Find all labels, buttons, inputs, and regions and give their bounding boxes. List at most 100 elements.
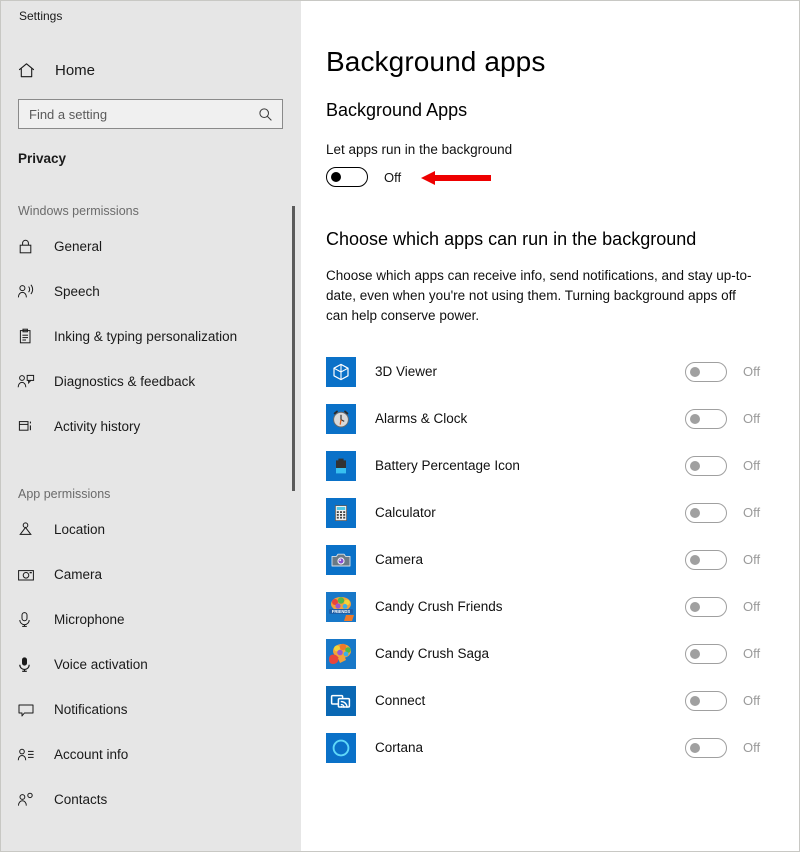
search-input[interactable] bbox=[19, 100, 258, 128]
app-toggle-knob bbox=[690, 460, 700, 471]
sidebar-item-notifications[interactable]: Notifications bbox=[1, 687, 301, 732]
app-toggle-knob bbox=[690, 507, 700, 518]
activity-history-icon bbox=[17, 418, 43, 435]
app-toggle[interactable] bbox=[685, 596, 727, 617]
search-icon[interactable] bbox=[258, 107, 282, 122]
red-arrow-annotation bbox=[421, 171, 491, 185]
app-name: Calculator bbox=[375, 505, 436, 520]
sidebar-item-account-info-label: Account info bbox=[54, 747, 129, 762]
app-row: Alarms & Clock Off bbox=[326, 395, 799, 442]
app-toggle-knob bbox=[690, 413, 700, 424]
app-list: 3D Viewer Off Alarms & Clock Off Battery… bbox=[326, 348, 799, 771]
master-toggle-label: Let apps run in the background bbox=[326, 142, 513, 157]
master-toggle[interactable] bbox=[326, 167, 368, 187]
candy-crush-friends-icon: FRIENDS bbox=[326, 591, 356, 622]
title-bar: Settings bbox=[1, 1, 301, 31]
app-toggle-knob bbox=[690, 601, 700, 612]
cube-3d-icon bbox=[326, 356, 356, 387]
sidebar-item-camera-label: Camera bbox=[54, 567, 103, 582]
speech-person-icon bbox=[17, 283, 43, 300]
sidebar-item-contacts-label: Contacts bbox=[54, 792, 108, 807]
sidebar-item-inking-typing-personalization[interactable]: Inking & typing personalization bbox=[1, 314, 301, 359]
sidebar-group-header-app-permissions: App permissions bbox=[18, 487, 111, 501]
sidebar: Settings Home Privacy Windows permission… bbox=[1, 1, 301, 851]
app-toggle-knob bbox=[690, 366, 700, 377]
sidebar-item-home-label: Home bbox=[55, 61, 96, 79]
sidebar-item-speech-label: Speech bbox=[54, 284, 100, 299]
sidebar-group-header-windows-permissions: Windows permissions bbox=[18, 204, 139, 218]
account-info-icon bbox=[17, 747, 43, 763]
app-name: Battery Percentage Icon bbox=[375, 458, 520, 473]
clipboard-pen-icon bbox=[17, 328, 43, 345]
app-toggle[interactable] bbox=[685, 690, 727, 711]
app-row: FRIENDS Candy Crush Friends Off bbox=[326, 583, 799, 630]
window-title: Settings bbox=[19, 9, 63, 23]
main-content: Background apps Background Apps Let apps… bbox=[302, 1, 799, 851]
app-toggle[interactable] bbox=[685, 643, 727, 664]
sidebar-item-inking-typing-personalization-label: Inking & typing personalization bbox=[54, 329, 238, 344]
app-toggle[interactable] bbox=[685, 361, 727, 382]
sidebar-item-camera[interactable]: Camera bbox=[1, 552, 301, 597]
microphone-icon bbox=[17, 611, 43, 628]
sidebar-item-general-label: General bbox=[54, 239, 103, 254]
app-name: Candy Crush Friends bbox=[375, 599, 503, 614]
voice-activation-icon bbox=[17, 656, 43, 673]
app-row: Candy Crush Saga Off bbox=[326, 630, 799, 677]
sidebar-item-voice-activation[interactable]: Voice activation bbox=[1, 642, 301, 687]
app-toggle-state: Off bbox=[743, 552, 761, 567]
master-toggle-knob bbox=[331, 172, 341, 182]
sidebar-item-home[interactable]: Home bbox=[1, 51, 301, 89]
app-toggle-state: Off bbox=[743, 599, 761, 614]
app-row: Calculator Off bbox=[326, 489, 799, 536]
app-toggle-knob bbox=[690, 648, 700, 659]
app-toggle-state: Off bbox=[743, 646, 761, 661]
sidebar-item-activity-history-label: Activity history bbox=[54, 419, 141, 434]
settings-window: Settings Home Privacy Windows permission… bbox=[0, 0, 800, 852]
section-title-background-apps: Background Apps bbox=[326, 100, 468, 120]
app-toggle-knob bbox=[690, 554, 700, 565]
person-feedback-icon bbox=[17, 373, 43, 390]
sidebar-item-contacts[interactable]: Contacts bbox=[1, 777, 301, 822]
choose-apps-title: Choose which apps can run in the backgro… bbox=[326, 229, 697, 249]
app-toggle-state: Off bbox=[743, 411, 761, 426]
sidebar-item-speech[interactable]: Speech bbox=[1, 269, 301, 314]
app-toggle-state: Off bbox=[743, 693, 761, 708]
camera-icon bbox=[17, 567, 43, 583]
app-name: Connect bbox=[375, 693, 426, 708]
notification-bubble-icon bbox=[17, 702, 43, 718]
app-toggle[interactable] bbox=[685, 502, 727, 523]
camera-app-icon bbox=[326, 544, 356, 575]
app-row: Camera Off bbox=[326, 536, 799, 583]
app-name: Alarms & Clock bbox=[375, 411, 468, 426]
sidebar-scrollbar-thumb[interactable] bbox=[292, 206, 295, 491]
sidebar-item-location[interactable]: Location bbox=[1, 507, 301, 552]
lock-icon bbox=[17, 238, 43, 255]
connect-cast-icon bbox=[326, 685, 356, 716]
app-toggle-state: Off bbox=[743, 740, 761, 755]
sidebar-item-account-info[interactable]: Account info bbox=[1, 732, 301, 777]
calculator-icon bbox=[326, 497, 356, 528]
sidebar-scrollbar[interactable] bbox=[289, 31, 301, 851]
sidebar-item-location-label: Location bbox=[54, 522, 106, 537]
home-icon bbox=[17, 61, 47, 80]
app-toggle[interactable] bbox=[685, 455, 727, 476]
sidebar-item-microphone[interactable]: Microphone bbox=[1, 597, 301, 642]
choose-apps-description: Choose which apps can receive info, send… bbox=[326, 268, 752, 323]
sidebar-item-general[interactable]: General bbox=[1, 224, 301, 269]
app-toggle-state: Off bbox=[743, 458, 761, 473]
sidebar-item-diagnostics-feedback[interactable]: Diagnostics & feedback bbox=[1, 359, 301, 404]
app-toggle[interactable] bbox=[685, 549, 727, 570]
app-toggle[interactable] bbox=[685, 737, 727, 758]
battery-icon bbox=[326, 450, 356, 481]
app-toggle[interactable] bbox=[685, 408, 727, 429]
app-toggle-knob bbox=[690, 695, 700, 706]
sidebar-item-microphone-label: Microphone bbox=[54, 612, 125, 627]
alarm-clock-icon bbox=[326, 403, 356, 434]
svg-text:FRIENDS: FRIENDS bbox=[332, 609, 351, 614]
app-name: 3D Viewer bbox=[375, 364, 438, 379]
candy-crush-saga-icon bbox=[326, 638, 356, 669]
sidebar-item-activity-history[interactable]: Activity history bbox=[1, 404, 301, 449]
search-box[interactable] bbox=[18, 99, 283, 129]
sidebar-item-diagnostics-feedback-label: Diagnostics & feedback bbox=[54, 374, 196, 389]
app-name: Candy Crush Saga bbox=[375, 646, 490, 661]
